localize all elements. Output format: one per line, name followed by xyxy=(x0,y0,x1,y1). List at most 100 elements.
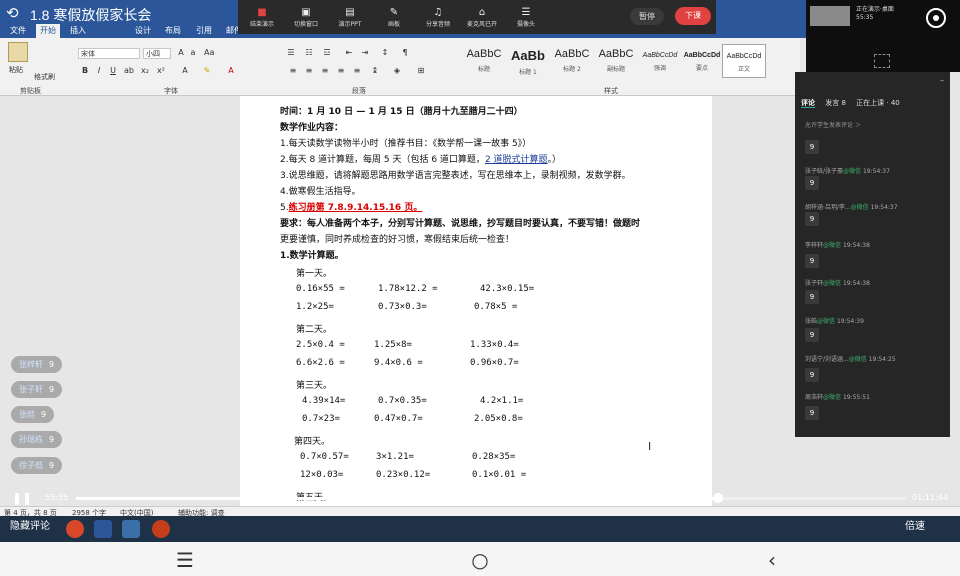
comment-tabs: 评论 发言 8 正在上课 · 40 xyxy=(801,98,908,108)
style-strong[interactable]: AaBbCcDd 要点 xyxy=(680,44,724,78)
live-btn-switch-window[interactable]: ▣ 切换窗口 xyxy=(286,7,326,28)
minimize-icon[interactable]: – xyxy=(940,76,944,85)
underline-icon[interactable]: U xyxy=(108,66,118,76)
comment-author: 周浩轩@微信 19:55:51 xyxy=(805,394,870,401)
tab-layout[interactable]: 布局 xyxy=(165,25,181,36)
live-btn-mic[interactable]: ⌂ 麦克风已开 xyxy=(462,7,502,28)
calc-cell: 1.78×12.2 = xyxy=(378,284,438,294)
justify-icon[interactable]: ≡ xyxy=(336,66,346,76)
comment-author: 张子轩@微信 19:54:38 xyxy=(805,280,870,287)
italic-icon[interactable]: I xyxy=(94,66,104,76)
tab-references[interactable]: 引用 xyxy=(196,25,212,36)
borders-icon[interactable]: ⊞ xyxy=(416,66,426,76)
floating-comment: 张皓 9 xyxy=(11,406,55,423)
sort-icon[interactable]: ↕ xyxy=(380,48,390,58)
record-icon[interactable] xyxy=(926,8,946,28)
align-left-icon[interactable]: ≡ xyxy=(288,66,298,76)
superscript-icon[interactable]: x² xyxy=(156,66,166,76)
paste-icon[interactable] xyxy=(8,42,28,62)
style-emphasis[interactable]: AaBbCcDd 强调 xyxy=(638,44,682,78)
live-btn-camera[interactable]: ☰ 摄像头 xyxy=(506,7,546,28)
font-color-icon[interactable]: A xyxy=(226,66,236,76)
word-taskbar-icon[interactable] xyxy=(94,520,112,538)
word-app-icon: ⟲ xyxy=(6,4,19,22)
app-taskbar-icon[interactable] xyxy=(122,520,140,538)
scan-icon[interactable] xyxy=(874,54,890,68)
back-icon[interactable]: ‹ xyxy=(757,548,787,572)
change-case-icon[interactable]: Aa xyxy=(204,48,214,58)
comment-message: 9 xyxy=(805,212,819,226)
style-normal[interactable]: AaBbCcDd 正文 xyxy=(722,44,766,78)
menu-icon[interactable]: ☰ xyxy=(170,548,200,572)
powerpoint-taskbar-icon[interactable] xyxy=(152,520,170,538)
style-heading-2[interactable]: AaBbC 标题 2 xyxy=(550,44,594,78)
comment-permission[interactable]: 允许学生发表评论 ＞ xyxy=(805,120,861,129)
pause-icon[interactable]: ❚❚ xyxy=(12,491,32,505)
camera-icon: ☰ xyxy=(521,7,531,18)
tab-insert[interactable]: 插入 xyxy=(70,25,86,36)
pause-button[interactable]: 暂停 xyxy=(630,8,664,25)
doc-requirement-1: 要求：每人准备两个本子，分别写计算题、说思维，抄写题目时要认真，不要写错！做题时 xyxy=(280,219,641,229)
text-effects-icon[interactable]: A xyxy=(180,66,190,76)
day-4-label: 第四天。 xyxy=(294,437,331,447)
numbering-icon[interactable]: ☷ xyxy=(304,48,314,58)
font-name-box[interactable]: 宋体 xyxy=(78,48,140,59)
show-marks-icon[interactable]: ¶ xyxy=(400,48,410,58)
multilevel-list-icon[interactable]: ☲ xyxy=(322,48,332,58)
speed-button[interactable]: 倍速 xyxy=(905,517,925,532)
style-heading-1[interactable]: AaBb 标题 1 xyxy=(506,44,550,78)
decrease-indent-icon[interactable]: ⇤ xyxy=(344,48,354,58)
paste-label[interactable]: 粘贴 xyxy=(9,65,23,75)
style-title[interactable]: AaBbC 标题 xyxy=(462,44,506,78)
strikethrough-icon[interactable]: ab xyxy=(124,66,134,76)
highlight-icon[interactable]: ✎ xyxy=(202,66,212,76)
end-class-button[interactable]: 下课 xyxy=(675,7,711,25)
calc-cell: 0.7×0.57= xyxy=(300,452,349,462)
current-time: 55:35 xyxy=(45,493,69,502)
shading-icon[interactable]: ◈ xyxy=(392,66,402,76)
comment-message: 9 xyxy=(805,290,819,304)
tab-attending[interactable]: 正在上课 · 40 xyxy=(856,99,900,107)
hide-comments-button[interactable]: 隐藏评论 xyxy=(10,517,50,532)
tab-design[interactable]: 设计 xyxy=(135,25,151,36)
calc-cell: 0.1×0.01 = xyxy=(472,470,527,480)
comment-message: 9 xyxy=(805,406,819,420)
day-3-label: 第三天。 xyxy=(296,381,333,391)
live-btn-end-demo[interactable]: ■ 结束演示 xyxy=(242,7,282,28)
line-spacing-icon[interactable]: ↨ xyxy=(370,66,380,76)
bold-icon[interactable]: B xyxy=(80,66,90,76)
calc-cell: 12×0.03= xyxy=(300,470,344,480)
style-subtitle[interactable]: AaBbC 副标题 xyxy=(594,44,638,78)
shrink-font-icon[interactable]: a xyxy=(188,48,198,58)
doc-item-2-link: 2 道脱式计算题 xyxy=(484,155,548,165)
bullets-icon[interactable]: ☰ xyxy=(286,48,296,58)
grow-font-icon[interactable]: A xyxy=(176,48,186,58)
progress-handle[interactable] xyxy=(712,493,723,503)
tab-speakers[interactable]: 发言 8 xyxy=(825,99,846,107)
calc-cell: 0.7×23= xyxy=(302,414,340,424)
format-painter-button[interactable]: 格式刷 xyxy=(34,72,55,82)
live-btn-ppt[interactable]: ▤ 演示PPT xyxy=(330,7,370,28)
document-page[interactable]: 时间：1 月 10 日 — 1 月 15 日（腊月十九至腊月二十四） 数学作业内… xyxy=(240,96,712,506)
tab-home[interactable]: 开始 xyxy=(36,24,60,38)
calc-cell: 0.73×0.3= xyxy=(378,302,427,312)
tab-file[interactable]: 文件 xyxy=(10,25,26,36)
doc-time-line: 时间：1 月 10 日 — 1 月 15 日（腊月十九至腊月二十四） xyxy=(280,107,523,117)
chrome-icon[interactable] xyxy=(66,520,84,538)
distribute-icon[interactable]: ≡ xyxy=(352,66,362,76)
subscript-icon[interactable]: x₂ xyxy=(140,66,150,76)
home-icon[interactable]: ○ xyxy=(465,548,495,572)
align-center-icon[interactable]: ≡ xyxy=(304,66,314,76)
total-time: 01:11:44 xyxy=(912,493,948,502)
calc-cell: 0.23×0.12= xyxy=(376,470,431,480)
align-right-icon[interactable]: ≡ xyxy=(320,66,330,76)
live-btn-board[interactable]: ✎ 画板 xyxy=(374,7,414,28)
increase-indent-icon[interactable]: ⇥ xyxy=(360,48,370,58)
font-size-box[interactable]: 小四 xyxy=(143,48,171,59)
tab-comments[interactable]: 评论 xyxy=(801,99,815,108)
live-btn-audio[interactable]: ♫ 分享音频 xyxy=(418,7,458,28)
document-title: 1.8 寒假放假家长会 xyxy=(30,7,152,23)
day-1-label: 第一天。 xyxy=(296,269,333,279)
progress-bar[interactable] xyxy=(76,497,906,500)
ppt-icon: ▤ xyxy=(345,7,355,18)
